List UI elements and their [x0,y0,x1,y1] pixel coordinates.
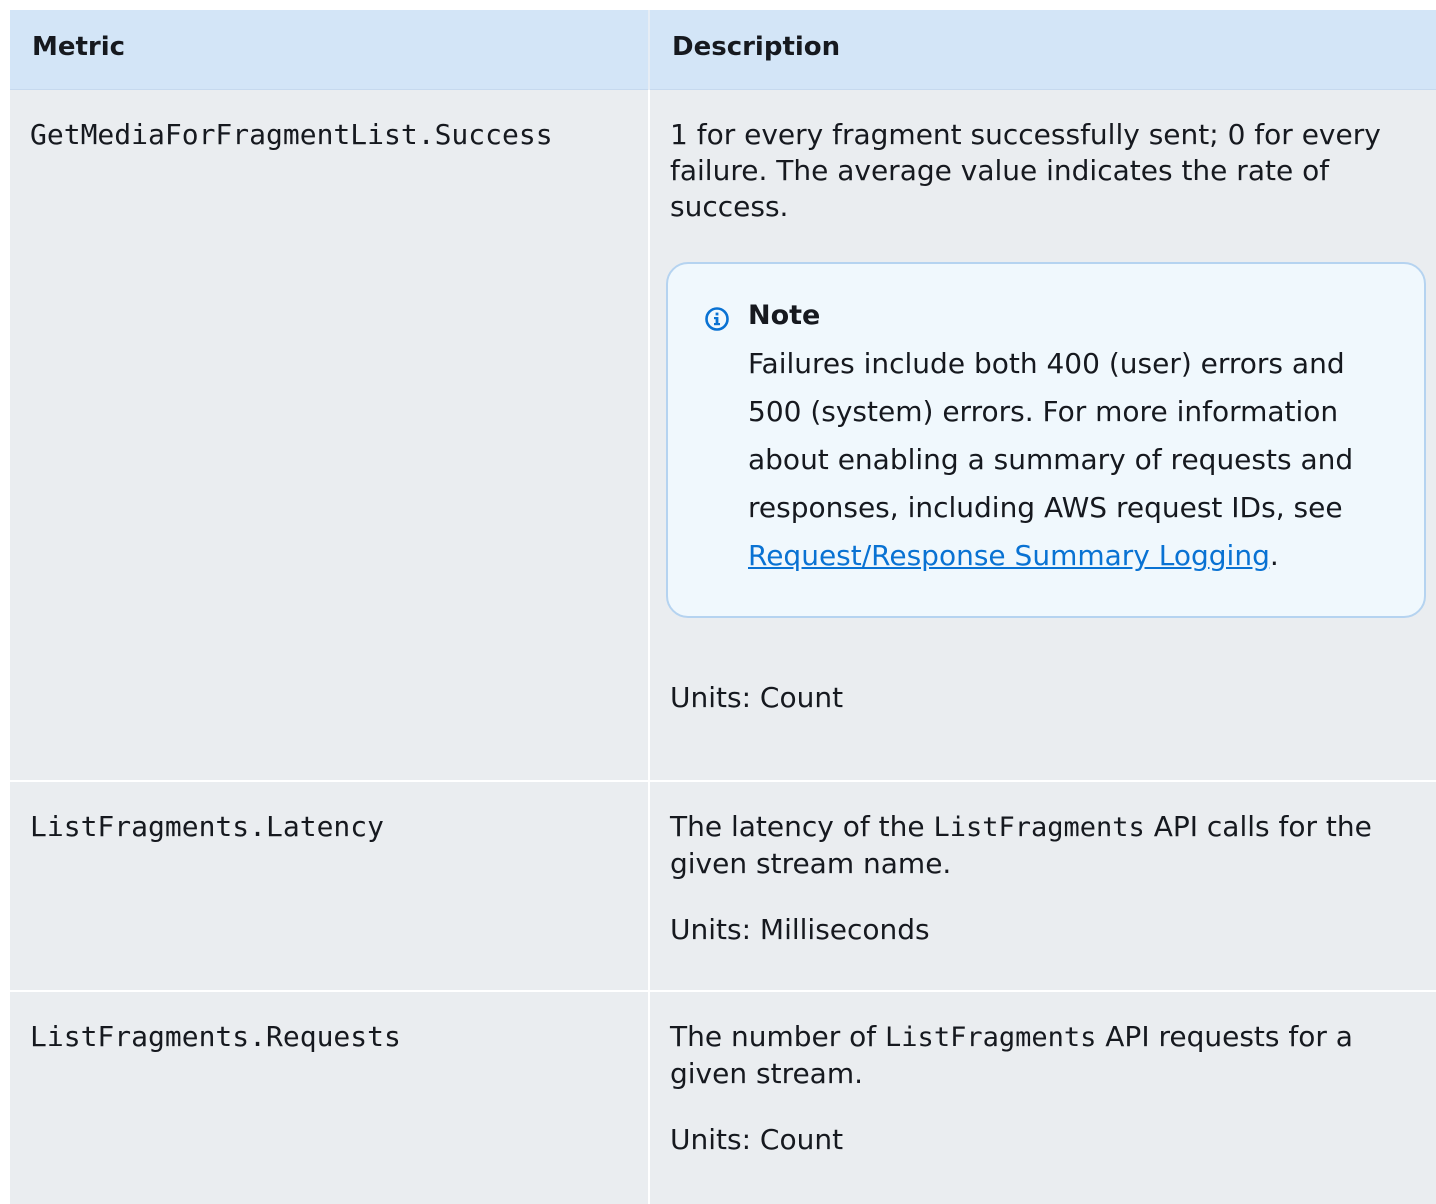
metric-cell: ListFragments.Latency [10,780,649,991]
units-text: Units: Count [670,681,844,714]
units-text: Units: Milliseconds [670,913,930,946]
table-row: ListFragments.Latency The latency of the… [10,780,1436,991]
description-cell: The number of ListFragments API requests… [648,990,1436,1204]
info-icon [705,307,729,331]
inline-code: ListFragments [885,1022,1097,1053]
header-metric: Metric [10,10,649,90]
description-cell: 1 for every fragment successfully sent; … [648,89,1436,781]
units-text: Units: Count [670,1123,844,1156]
metric-cell: GetMediaForFragmentList.Success [10,89,649,781]
note-body: Failures include both 400 (user) errors … [748,347,1354,572]
description-cell: The latency of the ListFragments API cal… [648,780,1436,991]
metric-cell: ListFragments.Requests [10,990,649,1204]
description-text: The number of ListFragments API requests… [670,1020,1353,1090]
header-description: Description [648,10,1436,90]
inline-code: ListFragments [933,812,1145,843]
table-row: ListFragments.Requests The number of Lis… [10,990,1436,1204]
description-text: The latency of the ListFragments API cal… [670,810,1372,880]
summary-logging-link[interactable]: Request/Response Summary Logging [748,539,1270,572]
table-header-row: Metric Description [10,10,1436,90]
metrics-table: Metric Description GetMediaForFragmentLi… [10,10,1436,1204]
table-row: GetMediaForFragmentList.Success 1 for ev… [10,89,1436,781]
note-title: Note [748,300,821,331]
description-text: 1 for every fragment successfully sent; … [670,118,1381,223]
note-callout: Note Failures include both 400 (user) er… [666,262,1426,618]
